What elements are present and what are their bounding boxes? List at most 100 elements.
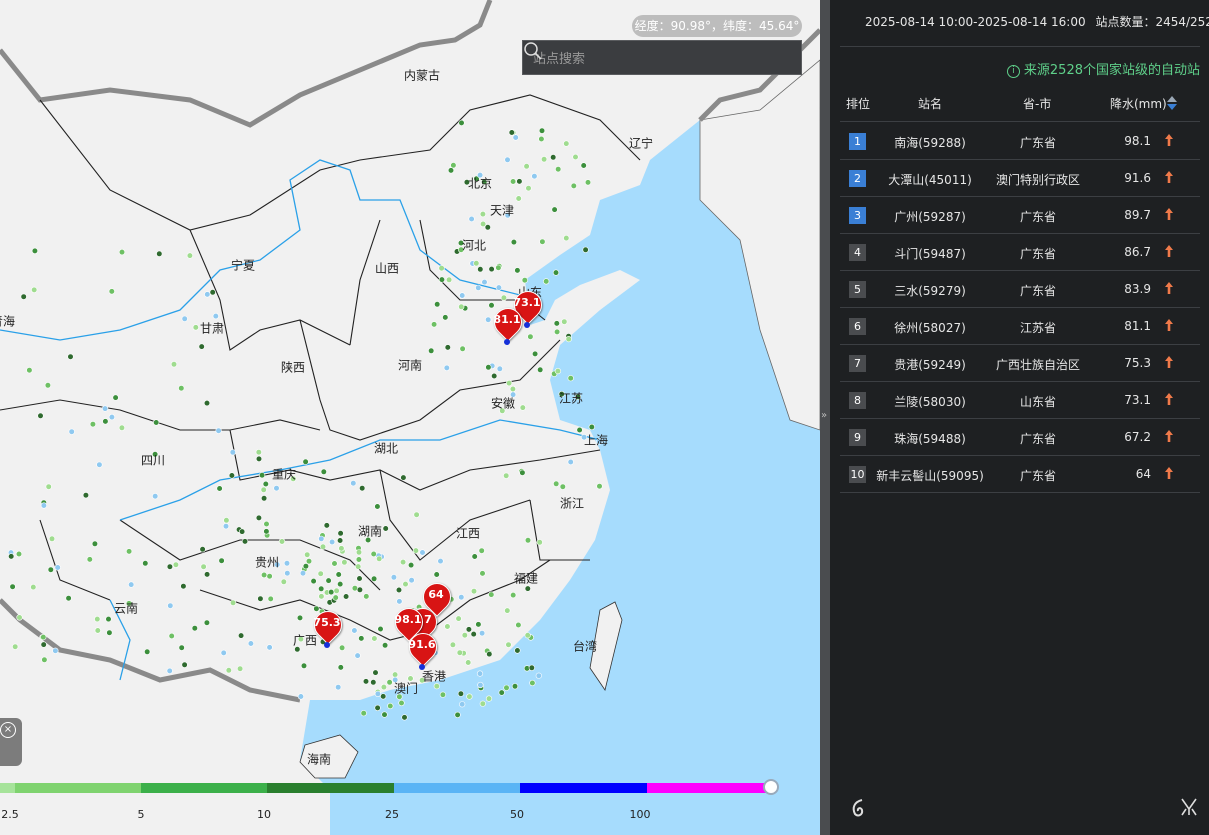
station-dot[interactable] — [525, 185, 532, 192]
station-dot[interactable] — [408, 577, 415, 584]
station-dot[interactable] — [479, 630, 486, 637]
station-dot[interactable] — [112, 394, 119, 401]
station-dot[interactable] — [40, 633, 47, 641]
station-dot[interactable] — [468, 215, 475, 223]
station-dot[interactable] — [461, 632, 468, 639]
station-dot[interactable] — [551, 206, 558, 213]
station-dot[interactable] — [485, 695, 493, 702]
station-dot[interactable] — [398, 699, 405, 707]
station-dot[interactable] — [519, 404, 526, 411]
station-dot[interactable] — [94, 627, 101, 634]
station-dot[interactable] — [354, 652, 361, 659]
station-dot[interactable] — [241, 538, 249, 545]
station-dot[interactable] — [459, 345, 466, 352]
station-dot[interactable] — [296, 614, 304, 622]
station-dot[interactable] — [181, 315, 188, 322]
station-dot[interactable] — [337, 530, 344, 537]
station-dot[interactable] — [108, 414, 115, 421]
station-dot[interactable] — [387, 702, 394, 710]
station-dot[interactable] — [341, 559, 348, 566]
station-dot[interactable] — [363, 593, 370, 600]
station-dot[interactable] — [318, 535, 325, 542]
station-dot[interactable] — [456, 649, 463, 656]
station-dot[interactable] — [561, 318, 568, 325]
station-dot[interactable] — [495, 284, 503, 291]
station-dot[interactable] — [466, 693, 473, 700]
station-dot[interactable] — [382, 525, 389, 532]
station-dot[interactable] — [485, 364, 492, 371]
station-dot[interactable] — [514, 647, 521, 654]
station-dot[interactable] — [261, 571, 268, 579]
station-dot[interactable] — [470, 630, 477, 638]
station-dot[interactable] — [238, 632, 245, 639]
station-dot[interactable] — [552, 269, 560, 276]
station-dot[interactable] — [167, 602, 174, 609]
station-dot[interactable] — [237, 665, 244, 672]
station-dot[interactable] — [438, 276, 446, 283]
station-dot[interactable] — [413, 511, 420, 518]
station-dot[interactable] — [218, 557, 225, 564]
station-dot[interactable] — [431, 321, 438, 328]
station-dot[interactable] — [376, 555, 383, 562]
station-dot[interactable] — [318, 585, 325, 592]
station-dot[interactable] — [510, 591, 517, 599]
station-dot[interactable] — [488, 266, 495, 273]
station-dot[interactable] — [402, 580, 409, 588]
station-dot[interactable] — [543, 278, 550, 285]
station-dot[interactable] — [142, 560, 149, 567]
station-dot[interactable] — [450, 162, 457, 169]
station-dot[interactable] — [531, 350, 539, 358]
station-dot[interactable] — [91, 540, 98, 547]
station-dot[interactable] — [470, 588, 478, 595]
station-dot[interactable] — [563, 140, 570, 147]
station-dot[interactable] — [247, 640, 254, 647]
station-dot[interactable] — [503, 684, 510, 691]
station-dot[interactable] — [500, 294, 508, 301]
station-dot[interactable] — [328, 588, 335, 596]
station-dot[interactable] — [444, 344, 451, 351]
station-dot[interactable] — [20, 293, 27, 300]
station-dot[interactable] — [588, 423, 595, 431]
station-dot[interactable] — [204, 291, 211, 298]
station-dot[interactable] — [200, 563, 207, 570]
station-dot[interactable] — [572, 153, 579, 161]
station-dot[interactable] — [377, 625, 384, 633]
station-dot[interactable] — [419, 549, 426, 556]
station-dot[interactable] — [371, 575, 378, 582]
station-dot[interactable] — [529, 679, 536, 687]
station-dot[interactable] — [473, 260, 480, 267]
station-dot[interactable] — [239, 528, 246, 535]
station-dot[interactable] — [89, 421, 96, 428]
station-dot[interactable] — [105, 615, 112, 623]
station-dot[interactable] — [300, 662, 308, 669]
station-dot[interactable] — [156, 250, 163, 257]
station-dot[interactable] — [278, 538, 286, 545]
station-dot[interactable] — [96, 461, 103, 468]
station-dot[interactable] — [458, 119, 465, 126]
station-dot[interactable] — [553, 480, 560, 487]
station-dot[interactable] — [443, 364, 450, 372]
station-dot[interactable] — [263, 528, 270, 535]
station-dot[interactable] — [538, 127, 546, 134]
station-dot[interactable] — [280, 578, 287, 585]
station-dot[interactable] — [310, 577, 317, 585]
station-dot[interactable] — [374, 704, 381, 712]
station-dot[interactable] — [449, 641, 457, 648]
col-header-rain[interactable]: 降水(mm) — [1110, 95, 1167, 112]
rain-marker[interactable]: 64 — [417, 577, 457, 617]
station-dot[interactable] — [299, 570, 307, 577]
station-dot[interactable] — [199, 546, 206, 553]
station-dot[interactable] — [455, 615, 462, 622]
station-dot[interactable] — [486, 650, 493, 658]
station-dot[interactable] — [458, 303, 465, 310]
station-dot[interactable] — [153, 419, 160, 426]
station-dot[interactable] — [359, 485, 366, 492]
station-dot[interactable] — [596, 483, 603, 490]
station-dot[interactable] — [370, 550, 377, 558]
station-dot[interactable] — [524, 632, 531, 639]
station-dot[interactable] — [521, 277, 528, 284]
station-dot[interactable] — [459, 701, 466, 708]
station-dot[interactable] — [31, 286, 38, 294]
station-dot[interactable] — [444, 623, 451, 630]
search-icon[interactable] — [523, 41, 543, 61]
